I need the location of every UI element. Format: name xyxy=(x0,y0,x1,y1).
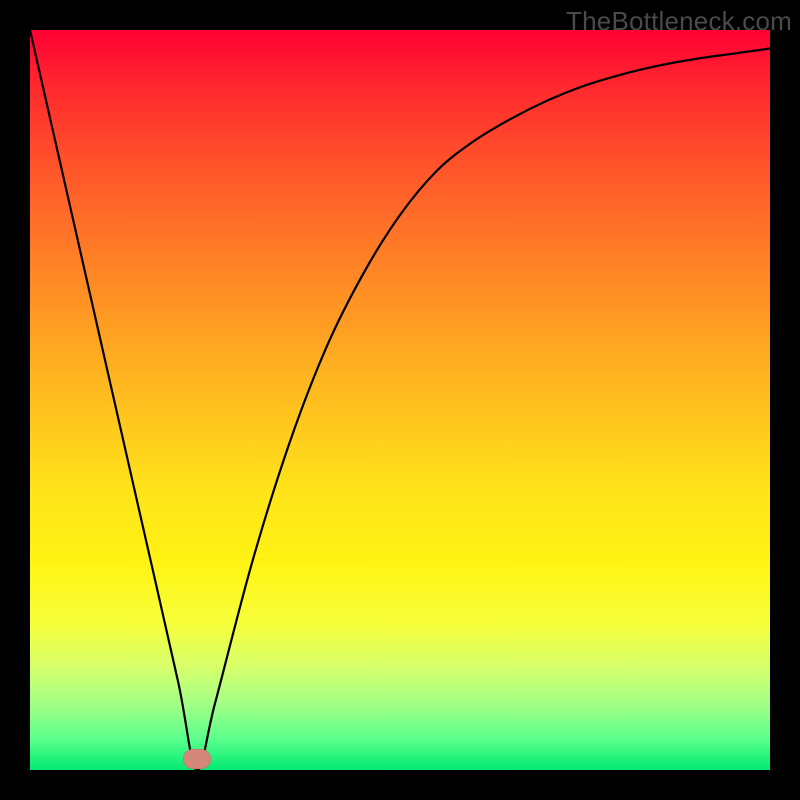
optimum-marker xyxy=(183,749,211,769)
chart-frame: TheBottleneck.com xyxy=(0,0,800,800)
bottleneck-curve xyxy=(30,30,770,770)
plot-area xyxy=(30,30,770,770)
watermark-text: TheBottleneck.com xyxy=(566,6,792,37)
